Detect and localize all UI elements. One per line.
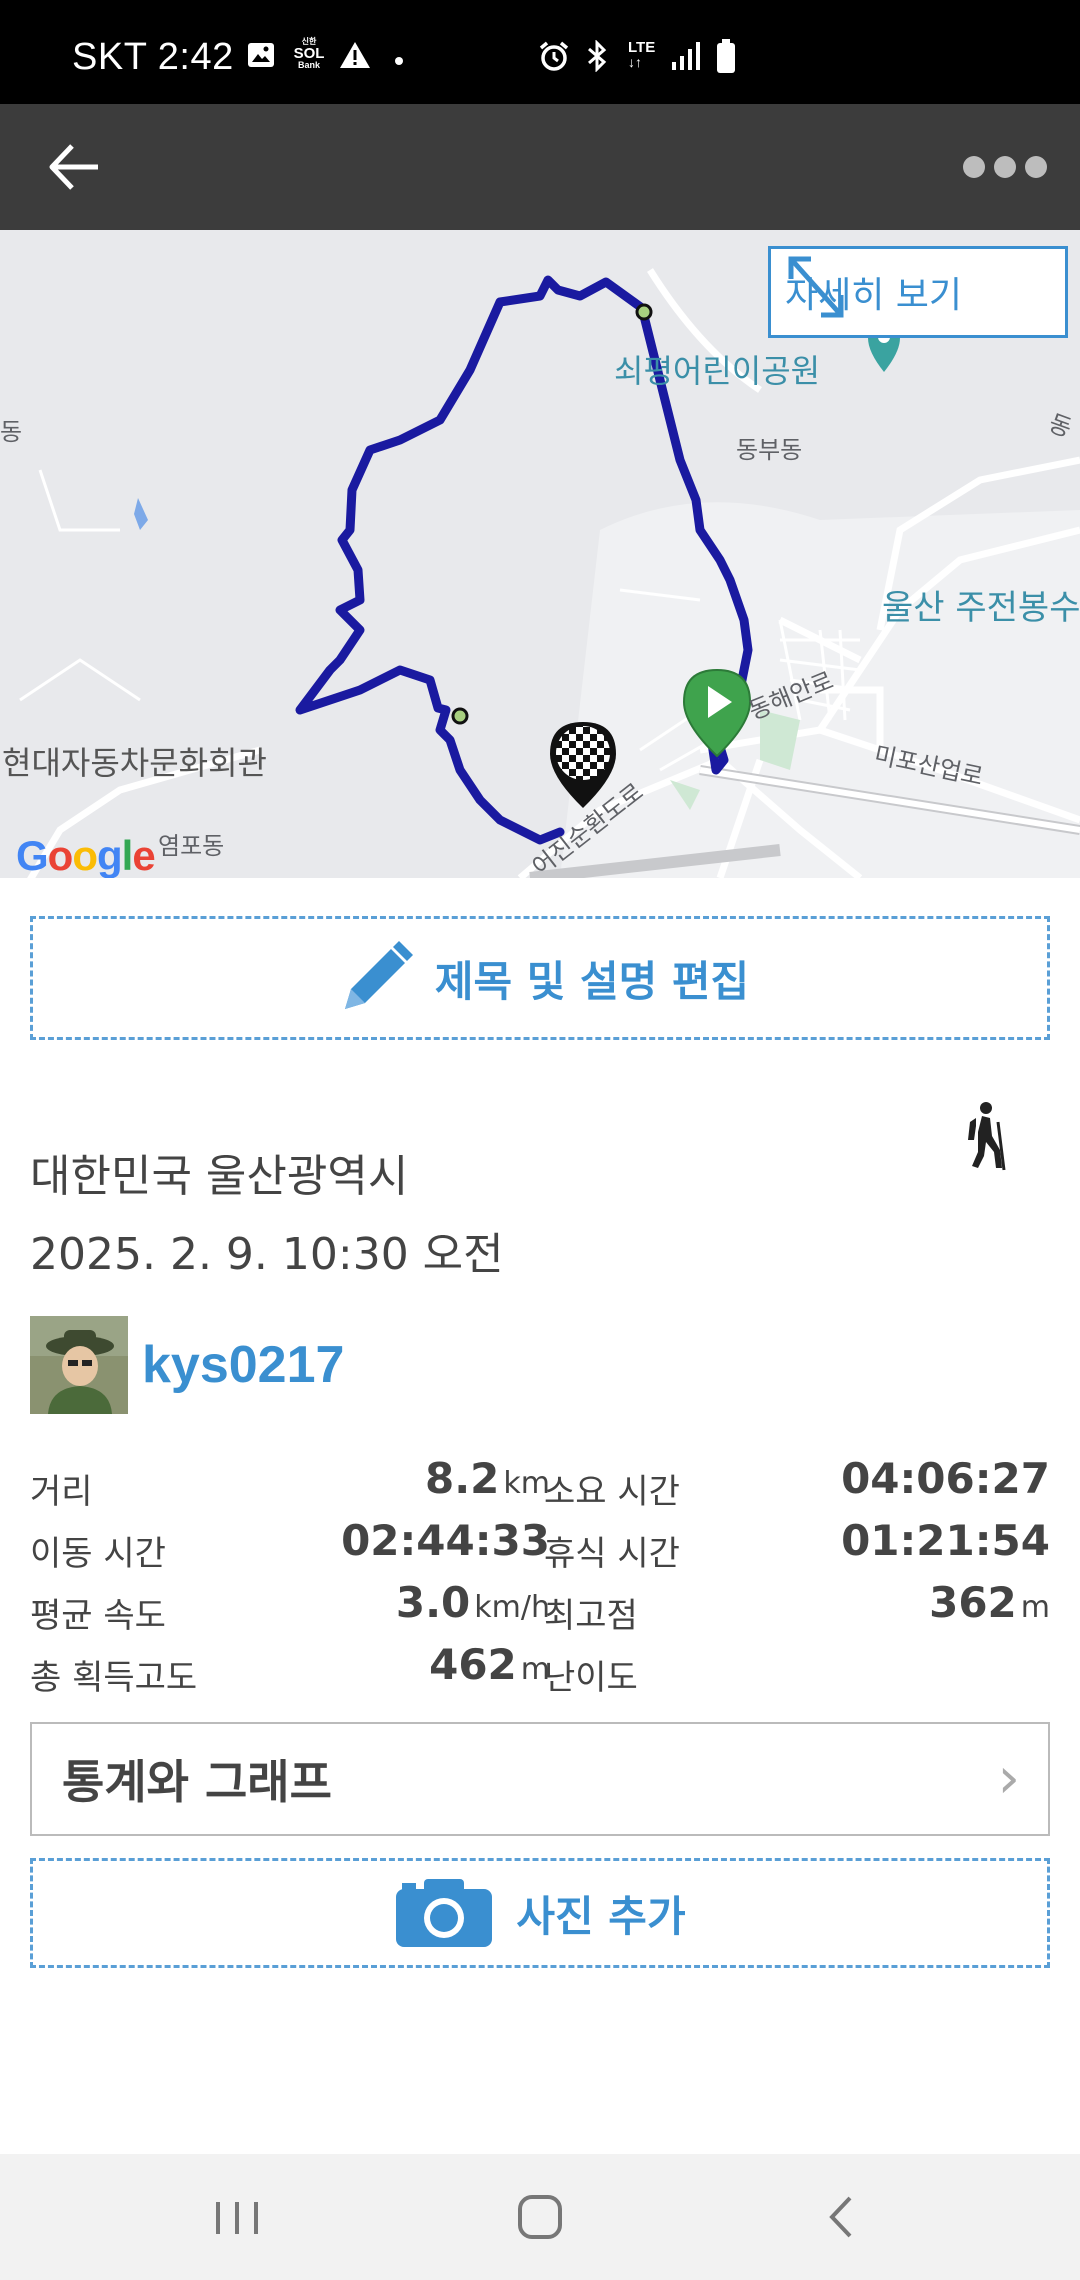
expand-arrows-icon <box>788 256 844 318</box>
back-chevron-icon[interactable] <box>806 2184 876 2250</box>
stat-row-3: 평균 속도 3.0 km/h 최고점 362 m <box>30 1576 1050 1638</box>
pencil-icon <box>344 941 413 1009</box>
map-label-dongbudong: 동부동 <box>736 436 803 464</box>
map-label-left-edge: 동 <box>0 418 23 446</box>
distance-label: 거리 <box>30 1472 93 1512</box>
status-bar: SKT 2:42 신한 SOL Bank LTE ↓↑ <box>0 0 1080 104</box>
recent-apps-icon[interactable] <box>202 2184 272 2250</box>
expand-map-button[interactable]: 자세히 보기 <box>768 246 1068 338</box>
rest-time-label: 휴식 시간 <box>544 1534 680 1574</box>
distance-value: 8.2 km <box>424 1454 550 1503</box>
stats-and-graph-button[interactable]: 통계와 그래프 › <box>30 1722 1050 1836</box>
google-logo: Google <box>16 832 156 878</box>
stat-row-4: 총 획득고도 462 m 난이도 <box>30 1638 1050 1700</box>
max-altitude-value: 362 m <box>929 1578 1050 1627</box>
stat-row-2: 이동 시간 02:44:33 휴식 시간 01:21:54 <box>30 1514 1050 1576</box>
more-dots-icon[interactable] <box>960 144 1050 190</box>
app-bar <box>0 104 1080 230</box>
system-nav-bar <box>0 2154 1080 2280</box>
duration-label: 소요 시간 <box>544 1472 680 1512</box>
home-icon[interactable] <box>505 2184 575 2250</box>
bluetooth-icon <box>588 40 607 72</box>
moving-time-label: 이동 시간 <box>30 1534 166 1574</box>
avatar-image <box>30 1316 128 1414</box>
stat-row-1: 거리 8.2 km 소요 시간 04:06:27 <box>30 1452 1050 1514</box>
camera-icon <box>396 1879 493 1947</box>
map-label-playground: 쇠평어린이공원 <box>614 352 821 390</box>
signal-icon <box>672 42 700 70</box>
route-map[interactable]: 쇠평어린이공원 동부동 울산 주전봉수 현대자동차문화회관 염포동 미포산업로 … <box>0 230 1080 878</box>
rest-time-value: 01:21:54 <box>841 1516 1050 1565</box>
avg-speed-value: 3.0 km/h <box>395 1578 550 1627</box>
activity-datetime: 2025. 2. 9. 10:30 오전 <box>30 1229 504 1280</box>
status-carrier-time: SKT 2:42 <box>72 36 234 78</box>
stats-graph-label: 통계와 그래프 <box>62 1755 332 1809</box>
user-row[interactable]: kys0217 <box>30 1316 344 1414</box>
bank-notification-icon: 신한 SOL Bank <box>293 37 325 70</box>
back-arrow-icon[interactable] <box>40 134 110 200</box>
map-label-hyundai-hall: 현대자동차문화회관 <box>2 744 267 782</box>
warning-icon <box>340 42 370 68</box>
edit-button-label: 제목 및 설명 편집 <box>434 956 750 1006</box>
elevation-gain-label: 총 획득고도 <box>30 1658 198 1698</box>
stats-table: 거리 8.2 km 소요 시간 04:06:27 이동 시간 02:44:33 휴… <box>30 1452 1050 1700</box>
lte-icon: LTE ↓↑ <box>628 39 656 70</box>
edit-title-description-button[interactable]: 제목 및 설명 편집 <box>30 916 1050 1040</box>
start-marker-icon[interactable] <box>682 668 752 758</box>
difficulty-label: 난이도 <box>544 1658 638 1698</box>
battery-icon <box>717 39 735 73</box>
avg-speed-label: 평균 속도 <box>30 1596 166 1636</box>
elevation-gain-value: 462 m <box>429 1640 550 1689</box>
avatar[interactable] <box>30 1316 128 1414</box>
chevron-right-icon: › <box>997 1746 1020 1811</box>
max-altitude-label: 최고점 <box>544 1596 638 1636</box>
add-photo-label: 사진 추가 <box>516 1891 686 1941</box>
map-label-ulsan-station: 울산 주전봉수 <box>882 588 1080 628</box>
add-photo-button[interactable]: 사진 추가 <box>30 1858 1050 1968</box>
moving-time-value: 02:44:33 <box>341 1516 550 1565</box>
dot-icon <box>395 57 403 65</box>
activity-location: 대한민국 울산광역시 <box>30 1151 409 1202</box>
alarm-icon <box>539 41 569 71</box>
duration-value: 04:06:27 <box>841 1454 1050 1503</box>
gallery-notification-icon <box>248 43 274 67</box>
username-link[interactable]: kys0217 <box>142 1335 344 1395</box>
hiker-icon <box>968 1102 1006 1171</box>
map-label-yeompodong: 염포동 <box>158 832 225 860</box>
